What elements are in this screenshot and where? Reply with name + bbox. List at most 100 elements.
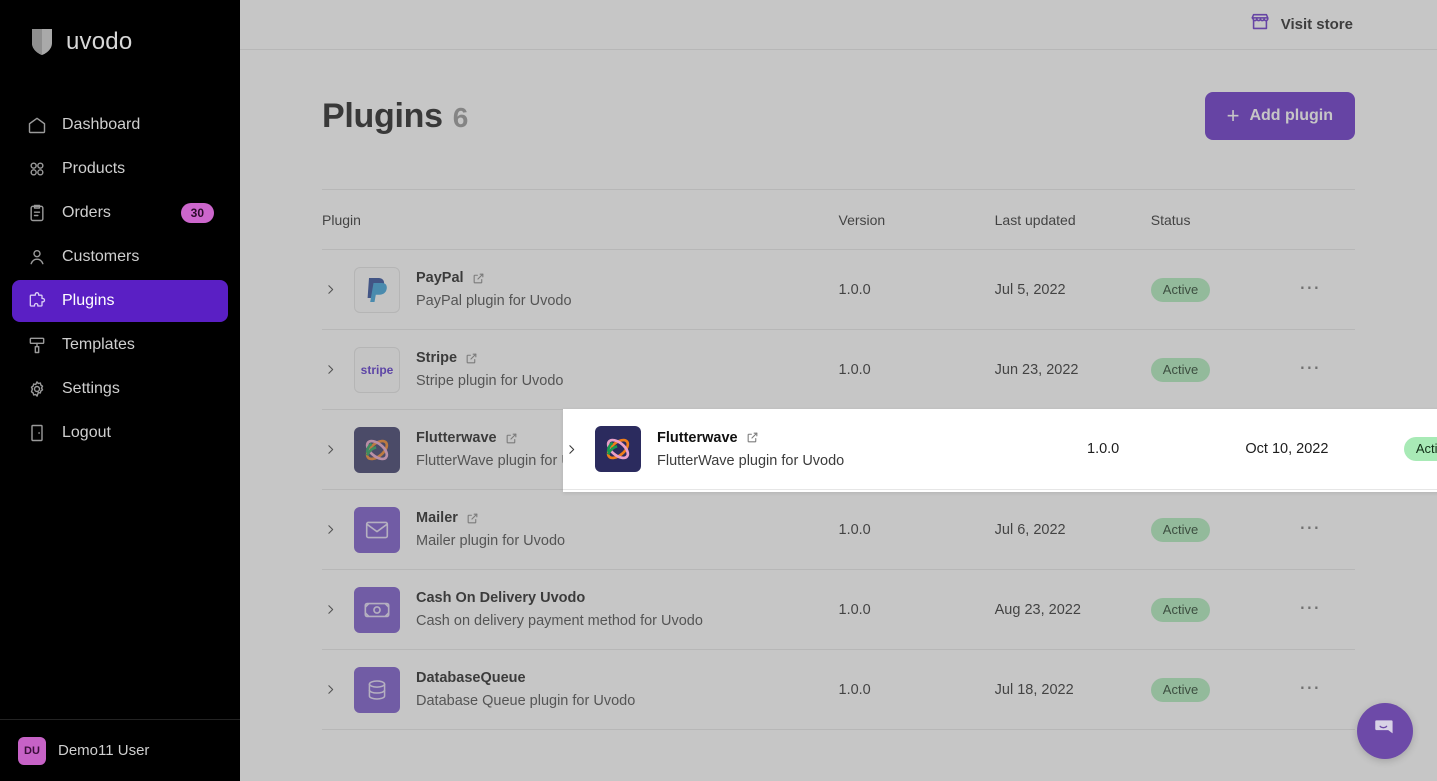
sidebar-item-plugins[interactable]: Plugins	[12, 280, 228, 322]
plugin-name: Cash On Delivery Uvodo	[416, 590, 586, 606]
chevron-right-icon[interactable]	[322, 603, 338, 616]
sidebar-item-label: Templates	[62, 336, 135, 353]
chat-bubble-icon	[1372, 716, 1398, 747]
cell-version: 1.0.0	[838, 649, 995, 730]
plugin-description: Mailer plugin for Uvodo	[416, 533, 566, 549]
sidebar-nav: Dashboard Products Orders 30 Customers P…	[0, 104, 240, 454]
table-row[interactable]: Mailer Mailer plugin for Uvodo 1.0.0 Jul 6,…	[322, 489, 1355, 570]
sidebar-item-settings[interactable]: Settings	[12, 368, 228, 410]
clipboard-icon	[26, 202, 48, 224]
page-header: Plugins 6 + Add plugin	[322, 50, 1355, 140]
avatar: DU	[18, 736, 46, 765]
page-title: Plugins	[322, 96, 443, 135]
chevron-right-icon[interactable]	[322, 443, 338, 456]
orders-count-badge: 30	[180, 202, 214, 224]
cell-version: 1.0.0	[838, 569, 995, 650]
add-plugin-button[interactable]: + Add plugin	[1204, 92, 1355, 140]
page-content: Plugins 6 + Add plugin Plugin Version Las…	[240, 50, 1437, 730]
table-row[interactable]: stripe Stripe Stripe plugin for Uvodo 1.0.0…	[322, 329, 1355, 410]
plugin-name: Flutterwave	[657, 429, 738, 446]
external-link-icon[interactable]	[472, 272, 485, 285]
brand-logo-area[interactable]: uvodo	[0, 0, 240, 66]
sidebar-item-label: Settings	[62, 380, 120, 397]
table-header-row: Plugin Version Last updated Status	[322, 190, 1355, 250]
paypal-logo-icon	[354, 266, 400, 313]
sidebar-item-dashboard[interactable]: Dashboard	[12, 104, 228, 146]
table-row[interactable]: Flutterwave FlutterWave plugin for Uvodo 1…	[563, 409, 1437, 490]
cell-version: 1.0.0	[838, 489, 995, 570]
ellipsis-icon[interactable]: ⋯	[1299, 357, 1322, 378]
status-badge: Active	[1150, 517, 1211, 542]
sidebar-item-orders[interactable]: Orders 30	[12, 192, 228, 234]
plugin-name: Mailer	[416, 510, 458, 526]
spotlight-row-body: Flutterwave FlutterWave plugin for Uvodo 1…	[563, 409, 1437, 490]
sidebar-item-label: Dashboard	[62, 116, 141, 133]
brand-name: uvodo	[66, 28, 133, 55]
ellipsis-icon[interactable]: ⋯	[1299, 597, 1322, 618]
cell-status: Active	[1150, 489, 1299, 570]
sidebar-item-logout[interactable]: Logout	[12, 412, 228, 454]
cell-version: 1.0.0	[1087, 409, 1246, 490]
flutterwave-logo-icon	[354, 426, 400, 473]
column-header-actions	[1298, 190, 1355, 250]
cell-status: Active	[1150, 649, 1299, 730]
chat-launcher-button[interactable]	[1357, 703, 1413, 759]
table-row[interactable]: PayPal PayPal plugin for Uvodo 1.0.0 Jul 5,…	[322, 249, 1355, 330]
chevron-right-icon[interactable]	[563, 443, 579, 456]
cell-actions: ⋯	[1298, 329, 1355, 410]
ellipsis-icon[interactable]: ⋯	[1299, 677, 1322, 698]
sidebar-item-products[interactable]: Products	[12, 148, 228, 190]
sidebar-item-label: Customers	[62, 248, 140, 265]
plugin-name: PayPal	[416, 270, 464, 286]
status-badge: Active	[1150, 677, 1211, 702]
plugin-name: DatabaseQueue	[416, 670, 526, 686]
highlighted-row-spotlight[interactable]: Flutterwave FlutterWave plugin for Uvodo 1…	[563, 408, 1437, 492]
external-link-icon[interactable]	[505, 432, 518, 445]
plugin-name: Flutterwave	[416, 430, 497, 446]
chevron-right-icon[interactable]	[322, 283, 338, 296]
storefront-icon	[1249, 11, 1271, 38]
visit-store-label: Visit store	[1280, 16, 1353, 33]
ellipsis-icon[interactable]: ⋯	[1299, 277, 1322, 298]
plugin-description: PayPal plugin for Uvodo	[416, 293, 572, 309]
status-badge: Active	[1150, 357, 1211, 382]
chevron-right-icon[interactable]	[322, 523, 338, 536]
plus-icon: +	[1226, 103, 1240, 128]
cell-plugin: Cash On Delivery Uvodo Cash on delivery p…	[322, 569, 839, 650]
envelope-logo-icon	[354, 506, 400, 553]
app-root: uvodo Dashboard Products Orders 30 Custo…	[0, 0, 1437, 781]
sidebar-item-templates[interactable]: Templates	[12, 324, 228, 366]
user-icon	[26, 246, 48, 268]
chevron-right-icon[interactable]	[322, 683, 338, 696]
plugin-description: Database Queue plugin for Uvodo	[416, 693, 636, 709]
door-exit-icon	[26, 422, 48, 444]
sidebar-item-label: Products	[62, 160, 126, 177]
external-link-icon[interactable]	[465, 352, 478, 365]
external-link-icon[interactable]	[746, 431, 759, 444]
grid-dots-icon	[26, 158, 48, 180]
cell-last-updated: Jul 6, 2022	[994, 489, 1151, 570]
cell-actions: ⋯	[1298, 489, 1355, 570]
chevron-right-icon[interactable]	[322, 363, 338, 376]
cell-status: Active	[1150, 249, 1299, 330]
cell-plugin: stripe Stripe Stripe plugin for Uvodo	[322, 329, 839, 410]
visit-store-button[interactable]: Visit store	[1249, 11, 1353, 38]
external-link-icon[interactable]	[466, 512, 479, 525]
cell-plugin: Mailer Mailer plugin for Uvodo	[322, 489, 839, 570]
sidebar-user-area[interactable]: DU Demo11 User	[0, 719, 240, 781]
table-row[interactable]: Cash On Delivery Uvodo Cash on delivery p…	[322, 569, 1355, 650]
cell-plugin: PayPal PayPal plugin for Uvodo	[322, 249, 839, 330]
cell-last-updated: Jul 5, 2022	[994, 249, 1151, 330]
cell-last-updated: Oct 10, 2022	[1245, 409, 1404, 490]
sidebar-item-label: Logout	[62, 424, 111, 441]
ellipsis-icon[interactable]: ⋯	[1299, 517, 1322, 538]
cell-last-updated: Jun 23, 2022	[994, 329, 1151, 410]
cell-status: Active	[1403, 409, 1437, 490]
sidebar-item-label: Orders	[62, 204, 111, 221]
sidebar-item-customers[interactable]: Customers	[12, 236, 228, 278]
table-row[interactable]: DatabaseQueue Database Queue plugin for U…	[322, 649, 1355, 730]
gear-icon	[26, 378, 48, 400]
cell-status: Active	[1150, 329, 1299, 410]
main-area: Visit store Plugins 6 + Add plugin Plugi…	[240, 0, 1437, 781]
